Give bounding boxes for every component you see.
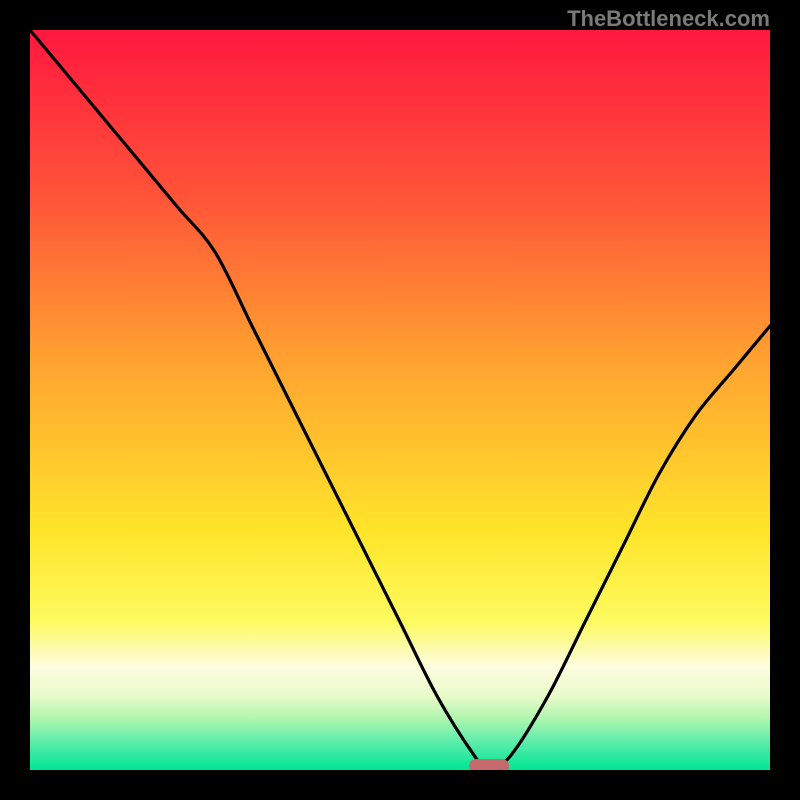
optimal-point-marker	[469, 759, 509, 770]
plot-area	[30, 30, 770, 770]
watermark-text: TheBottleneck.com	[567, 6, 770, 32]
chart-frame: TheBottleneck.com	[0, 0, 800, 800]
heat-gradient-background	[30, 30, 770, 770]
